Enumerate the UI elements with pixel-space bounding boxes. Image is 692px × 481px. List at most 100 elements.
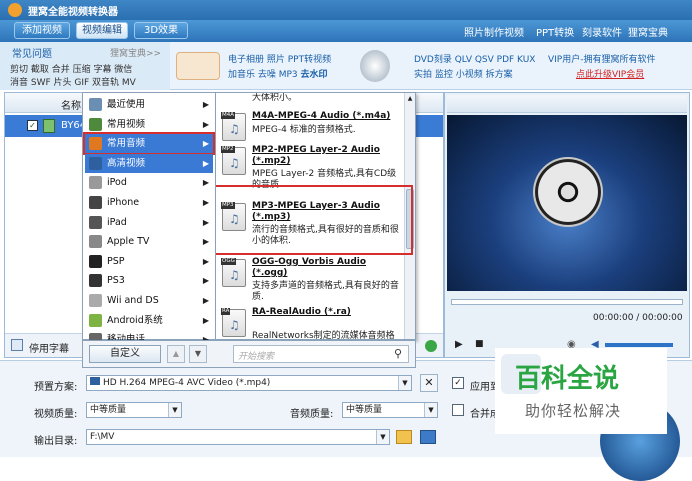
preview-screen [447,115,687,291]
chevron-right-icon: ▶ [202,237,209,247]
format-tag: RA [221,308,231,315]
android-icon [89,313,102,327]
custom-button[interactable]: 自定义 [89,345,161,363]
ipod-icon [89,176,102,190]
effect-3d-button[interactable]: 3D效果 [134,22,188,39]
format-desc: MPEG-4 标准的音频格式. [252,125,356,135]
output-dir-select[interactable]: F:\MV ▼ [86,429,390,445]
chevron-right-icon: ▶ [202,296,209,305]
category-item[interactable]: Android系统 ▶ [85,311,213,330]
format-item[interactable]: OGG ♫ OGG-Ogg Vorbis Audio (*.ogg) 支持多声道的音频… [216,255,404,311]
category-label: iPod [107,177,127,189]
feature-list-line1[interactable]: 剪切 截取 合并 压缩 字幕 微信 [10,62,132,75]
category-item[interactable]: 常用音频 ▶ [83,132,215,156]
video-quality-select[interactable]: 中等质量 ▼ [86,402,182,418]
scroll-up-icon[interactable]: ▲ [406,95,414,103]
move-up-button[interactable]: ▲ [167,345,185,363]
category-item[interactable]: 最近使用 ▶ [85,95,213,114]
vip-promo-line1[interactable]: VIP用户-拥有狸窝所有软件 [548,52,656,65]
add-subtitle-icon[interactable] [425,340,437,352]
add-video-button[interactable]: 添加视频 [14,22,70,39]
volume-slider[interactable] [605,343,673,347]
format-title: M4A-MPEG-4 Audio (*.m4a) [252,111,391,121]
dvd-promo-line2[interactable]: 实拍 监控 小视频 拆方案 [414,67,513,80]
category-item[interactable]: Apple TV ▶ [85,232,213,251]
dvd-promo-line1[interactable]: DVD刻录 QLV QSV PDF KUX [414,52,535,65]
category-menu: 最近使用 ▶ 常用视频 ▶ 常用音频 ▶ 高清视频 ▶ iPod ▶ iPhone ▶ iPad ▶ App… [82,92,216,347]
search-field[interactable]: 开始搜索 ⚲ [233,345,409,363]
category-item[interactable]: 常用视频 ▶ [85,115,213,134]
ppt-convert-link[interactable]: PPT转换 [536,24,574,39]
category-label: PSP [107,255,125,267]
merge-checkbox[interactable] [452,404,464,416]
category-item[interactable]: iPad ▶ [85,213,213,232]
settings-tools-icon[interactable]: ✕ [420,374,438,392]
burn-software-link[interactable]: 刻录软件 [582,24,622,39]
preview-panel: 00:00:00 / 00:00:00 ▶ ■ ◉ ◀ [444,92,690,358]
category-item[interactable]: iPod ▶ [85,173,213,192]
app-title: 狸窝全能视频转换器 [28,7,118,18]
film-reel-icon [533,157,603,227]
chevron-right-icon: ▶ [202,276,209,286]
photo-video-link[interactable]: 照片制作视频 [464,24,524,39]
faq-link[interactable]: 常见问题 [12,45,52,60]
category-label: 高清视频 [107,157,146,169]
open-folder-icon[interactable] [420,430,436,444]
apply-all-checkbox[interactable]: ✓ [452,377,464,389]
music-note-icon: ♫ [229,318,240,332]
play-button[interactable]: ▶ [455,339,463,350]
stop-button[interactable]: ■ [475,339,484,349]
category-label: 常用音频 [107,138,146,150]
subtitle-select[interactable]: 停用字幕 [29,340,69,355]
promo-banner: 常见问题 狸窝宝典>> 剪切 截取 合并 压缩 字幕 微信 消音 SWF 片头 … [0,42,692,90]
format-list-panel: 大体积小。 M4A ♫ M4A-MPEG-4 Audio (*.m4a) MPEG-4 … [216,92,416,340]
category-label: Wii and DS [107,295,159,306]
search-input[interactable]: 开始搜索 [238,349,274,362]
title-bar: 狸窝全能视频转换器 [0,0,692,20]
format-item[interactable]: RA ♫ RA-RealAudio (*.ra) RealNetworks制定的流媒体… [216,305,404,340]
preset-select[interactable]: HD H.264 MPEG-4 AVC Video (*.mp4) ▼ [86,375,412,391]
file-checkbox[interactable]: ✓ [27,120,38,131]
audio-quality-select[interactable]: 中等质量 ▼ [342,402,438,418]
edit-video-button[interactable]: 视频编辑 [76,22,128,39]
category-label: iPad [107,216,127,228]
ppt-promo-line2[interactable]: 加音乐 去噪 MP3 去水印 [228,67,328,80]
category-item[interactable]: Wii and DS ▶ [85,291,213,310]
category-item[interactable]: 高清视频 ▶ [85,153,213,173]
format-title: OGG-Ogg Vorbis Audio (*.ogg) [252,257,367,278]
category-label: PS3 [107,275,125,287]
feature-list-line2[interactable]: 消音 SWF 片头 GIF 双音轨 MV [10,75,136,88]
ppt-promo-line1[interactable]: 电子相册 照片 PPT转视频 [228,52,331,65]
chevron-right-icon: ▶ [202,119,209,129]
move-down-button[interactable]: ▼ [189,345,207,363]
audio-quality-label: 音频质量: [290,409,334,420]
vip-upgrade-link[interactable]: 点此升级VIP会员 [576,67,644,80]
column-name-header[interactable]: 名称 [61,97,81,112]
format-desc: RealNetworks制定的流媒体音频格式,能够实时传输的音质 [252,331,395,340]
format-desc: 支持多声道的音频格式,具有良好的音质. [252,281,399,302]
format-title: MP2-MPEG Layer-2 Audio (*.mp2) [252,145,380,166]
watermark-sub: 助你轻松解决 [525,402,622,420]
dvd-icon [360,50,390,82]
subtitle-icon [11,339,23,351]
search-icon[interactable]: ⚲ [394,347,402,360]
category-label: Apple TV [107,236,150,248]
wii-icon [89,294,102,307]
music-note-icon: ♫ [229,122,240,136]
toolbar: 添加视频 视频编辑 3D效果 照片制作视频 PPT转换 刻录软件 狸窝宝典 [0,20,692,42]
category-item[interactable]: iPhone ▶ [85,193,213,212]
audio-file-icon: OGG ♫ [221,258,246,287]
category-label: 最近使用 [107,99,146,110]
format-item-partial[interactable]: 大体积小。 [216,93,404,107]
clock-icon [89,98,102,111]
category-label: 常用视频 [107,118,146,130]
ps3-icon [89,274,102,288]
progress-slider[interactable] [451,299,683,305]
audio-file-icon: MP2 ♫ [221,146,246,175]
liwo-guide-more-link[interactable]: 狸窝宝典>> [110,46,161,59]
category-item[interactable]: PSP ▶ [85,252,213,271]
category-item[interactable]: PS3 ▶ [85,271,213,290]
folder-icon[interactable] [396,430,412,444]
category-label: iPhone [107,197,140,208]
liwo-guide-link[interactable]: 狸窝宝典 [628,24,668,39]
